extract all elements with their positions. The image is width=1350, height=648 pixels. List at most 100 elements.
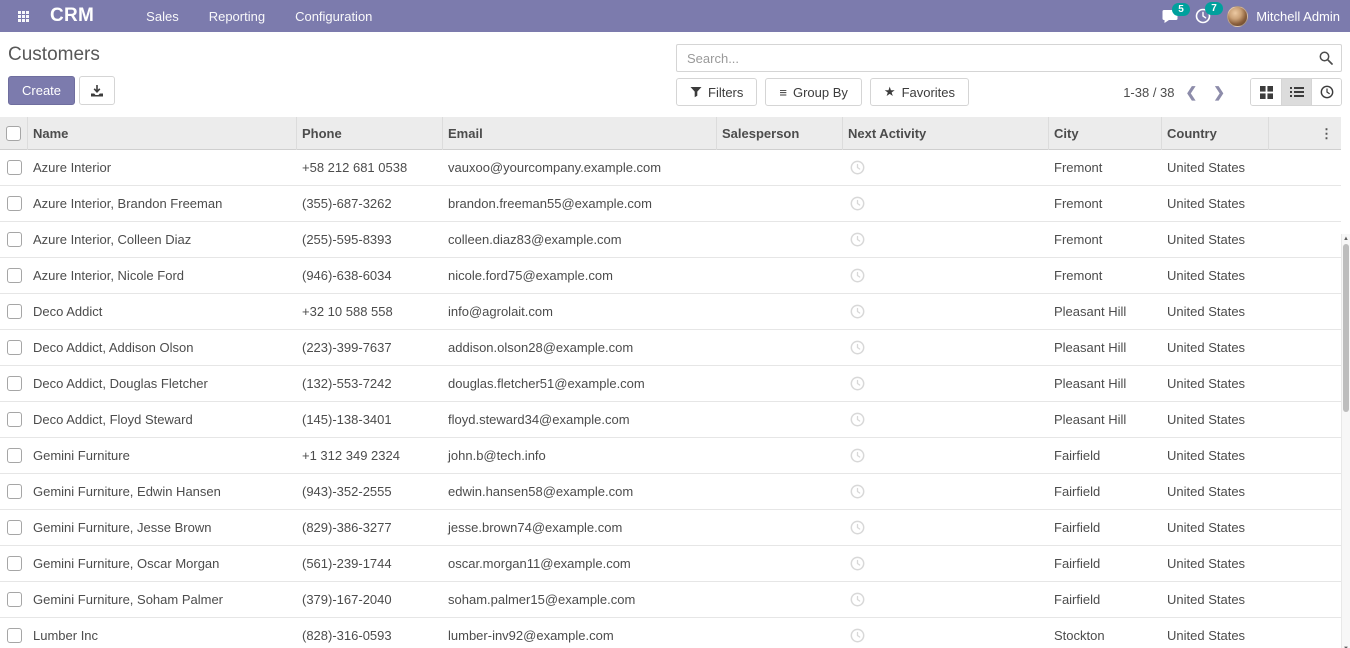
row-checkbox[interactable] [7, 484, 22, 499]
column-header-city[interactable]: City [1049, 117, 1162, 150]
table-row[interactable]: Azure Interior, Colleen Diaz (255)-595-8… [0, 222, 1341, 258]
column-header-email[interactable]: Email [443, 117, 717, 150]
row-checkbox[interactable] [7, 268, 22, 283]
activity-view-button[interactable] [1311, 79, 1341, 105]
favorites-button[interactable]: ★ Favorites [870, 78, 969, 106]
group-by-button[interactable]: ≡ Group By [765, 78, 862, 106]
cell-next-activity[interactable] [843, 376, 1049, 391]
cell-name: Azure Interior, Nicole Ford [28, 268, 297, 283]
cell-next-activity[interactable] [843, 484, 1049, 499]
create-button[interactable]: Create [8, 76, 75, 105]
cell-next-activity[interactable] [843, 592, 1049, 607]
menu-sales[interactable]: Sales [144, 1, 181, 32]
table-row[interactable]: Deco Addict +32 10 588 558 info@agrolait… [0, 294, 1341, 330]
cell-country: United States [1162, 412, 1269, 427]
table-row[interactable]: Azure Interior, Brandon Freeman (355)-68… [0, 186, 1341, 222]
row-checkbox[interactable] [7, 196, 22, 211]
table-row[interactable]: Lumber Inc (828)-316-0593 lumber-inv92@e… [0, 618, 1341, 648]
table-row[interactable]: Gemini Furniture, Oscar Morgan (561)-239… [0, 546, 1341, 582]
cell-phone: (379)-167-2040 [297, 592, 443, 607]
schedule-activity-clock-icon [850, 448, 865, 463]
table-row[interactable]: Deco Addict, Floyd Steward (145)-138-340… [0, 402, 1341, 438]
cell-next-activity[interactable] [843, 304, 1049, 319]
cell-email: vauxoo@yourcompany.example.com [443, 160, 717, 175]
row-checkbox[interactable] [7, 556, 22, 571]
cell-next-activity[interactable] [843, 412, 1049, 427]
cell-phone: (561)-239-1744 [297, 556, 443, 571]
pager-previous-button[interactable]: ❮ [1181, 82, 1203, 103]
cell-email: nicole.ford75@example.com [443, 268, 717, 283]
cell-next-activity[interactable] [843, 160, 1049, 175]
favorites-label: Favorites [902, 85, 955, 100]
vertical-scrollbar[interactable]: ▲ ▼ [1341, 234, 1350, 648]
user-menu[interactable]: Mitchell Admin [1227, 6, 1340, 27]
cell-next-activity[interactable] [843, 520, 1049, 535]
cell-next-activity[interactable] [843, 196, 1049, 211]
row-checkbox-cell [0, 376, 28, 391]
column-header-next-activity[interactable]: Next Activity [843, 117, 1049, 150]
activities-button[interactable]: 7 [1195, 8, 1211, 24]
apps-grid-icon [18, 11, 29, 22]
cell-next-activity[interactable] [843, 232, 1049, 247]
menu-configuration[interactable]: Configuration [293, 1, 374, 32]
column-header-name[interactable]: Name [28, 117, 297, 150]
cell-email: addison.olson28@example.com [443, 340, 717, 355]
row-checkbox[interactable] [7, 340, 22, 355]
table-row[interactable]: Azure Interior +58 212 681 0538 vauxoo@y… [0, 150, 1341, 186]
pager-next-button[interactable]: ❯ [1208, 82, 1230, 103]
row-checkbox-cell [0, 268, 28, 283]
row-checkbox[interactable] [7, 304, 22, 319]
row-checkbox[interactable] [7, 592, 22, 607]
row-checkbox[interactable] [7, 448, 22, 463]
column-header-country[interactable]: Country [1162, 117, 1269, 150]
main-menus: Sales Reporting Configuration [144, 1, 374, 32]
scroll-up-arrow[interactable]: ▲ [1342, 235, 1350, 243]
kebab-icon[interactable]: ⋮ [1320, 126, 1333, 142]
schedule-activity-clock-icon [850, 556, 865, 571]
kanban-view-button[interactable] [1251, 79, 1281, 105]
row-checkbox[interactable] [7, 232, 22, 247]
row-checkbox[interactable] [7, 628, 22, 643]
cell-next-activity[interactable] [843, 448, 1049, 463]
search-submit[interactable] [1311, 51, 1341, 65]
table-row[interactable]: Deco Addict, Addison Olson (223)-399-763… [0, 330, 1341, 366]
scrollbar-thumb[interactable] [1343, 244, 1349, 412]
column-header-salesperson[interactable]: Salesperson [717, 117, 843, 150]
apps-menu-button[interactable] [10, 3, 36, 29]
select-all-checkbox[interactable] [6, 126, 21, 141]
bars-icon: ≡ [779, 85, 787, 100]
row-checkbox[interactable] [7, 376, 22, 391]
table-row[interactable]: Gemini Furniture +1 312 349 2324 john.b@… [0, 438, 1341, 474]
cell-phone: (829)-386-3277 [297, 520, 443, 535]
cell-email: colleen.diaz83@example.com [443, 232, 717, 247]
cell-email: jesse.brown74@example.com [443, 520, 717, 535]
table-row[interactable]: Gemini Furniture, Jesse Brown (829)-386-… [0, 510, 1341, 546]
filters-button[interactable]: Filters [676, 78, 757, 106]
table-row[interactable]: Gemini Furniture, Edwin Hansen (943)-352… [0, 474, 1341, 510]
row-checkbox[interactable] [7, 412, 22, 427]
customers-table: Name Phone Email Salesperson Next Activi… [0, 117, 1350, 648]
list-view-button[interactable] [1281, 79, 1311, 105]
search-input[interactable] [677, 51, 1311, 66]
cell-country: United States [1162, 340, 1269, 355]
row-checkbox[interactable] [7, 520, 22, 535]
cell-phone: (132)-553-7242 [297, 376, 443, 391]
cell-next-activity[interactable] [843, 340, 1049, 355]
table-row[interactable]: Gemini Furniture, Soham Palmer (379)-167… [0, 582, 1341, 618]
cell-next-activity[interactable] [843, 268, 1049, 283]
table-row[interactable]: Azure Interior, Nicole Ford (946)-638-60… [0, 258, 1341, 294]
messages-button[interactable]: 5 [1162, 9, 1179, 24]
menu-reporting[interactable]: Reporting [207, 1, 267, 32]
cell-city: Pleasant Hill [1049, 340, 1162, 355]
column-header-phone[interactable]: Phone [297, 117, 443, 150]
activity-clock-view-icon [1320, 85, 1334, 99]
export-button[interactable] [79, 76, 115, 105]
optional-columns-cell: ⋮ [1269, 117, 1341, 150]
app-brand[interactable]: CRM [50, 5, 94, 27]
row-checkbox[interactable] [7, 160, 22, 175]
cell-city: Fremont [1049, 268, 1162, 283]
table-body: Azure Interior +58 212 681 0538 vauxoo@y… [0, 150, 1350, 648]
cell-next-activity[interactable] [843, 628, 1049, 643]
table-row[interactable]: Deco Addict, Douglas Fletcher (132)-553-… [0, 366, 1341, 402]
cell-next-activity[interactable] [843, 556, 1049, 571]
